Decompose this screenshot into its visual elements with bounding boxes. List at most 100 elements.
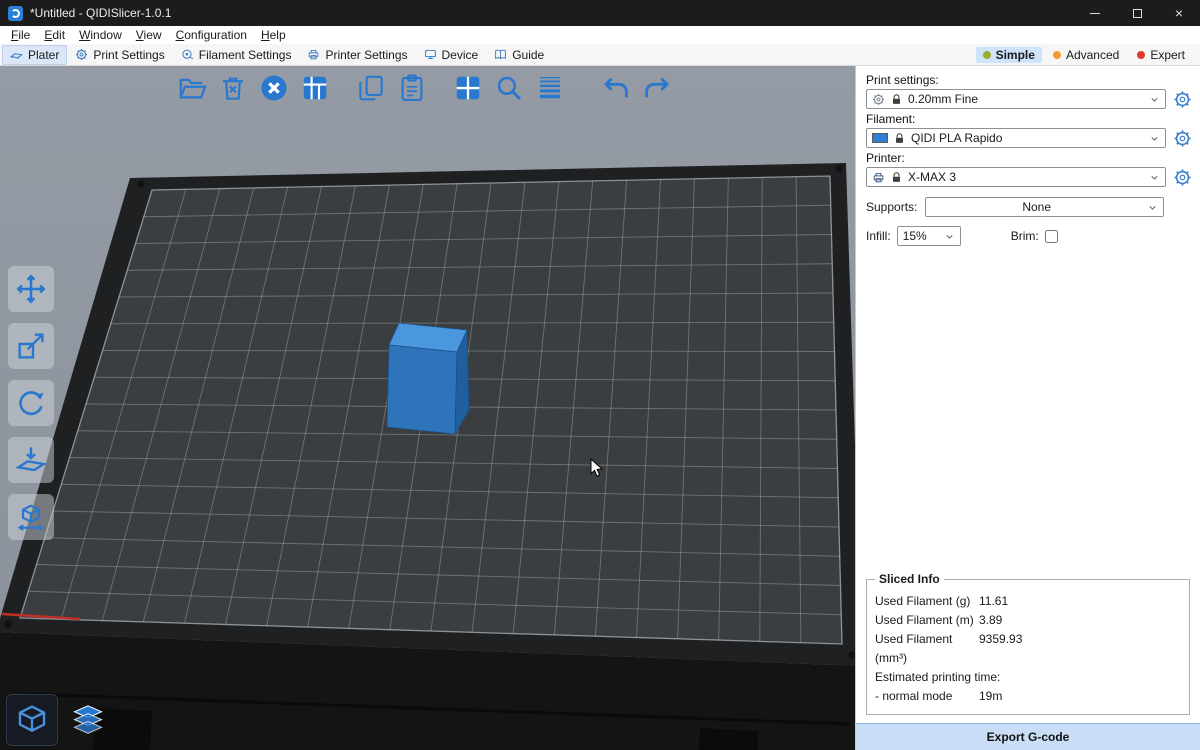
mode-expert[interactable]: Expert: [1130, 47, 1192, 63]
delete-button[interactable]: [217, 72, 249, 104]
chevron-down-icon: [944, 231, 955, 242]
search-icon: [494, 73, 524, 103]
maximize-icon: [1133, 9, 1142, 18]
printer-gear-button[interactable]: [1172, 167, 1192, 187]
close-button[interactable]: ×: [1158, 0, 1200, 26]
brim-checkbox[interactable]: [1045, 230, 1058, 243]
tab-printer-settings[interactable]: Printer Settings: [299, 45, 415, 65]
menu-help[interactable]: Help: [254, 27, 293, 43]
copy-button[interactable]: [355, 72, 387, 104]
printer-label: Printer:: [866, 151, 1192, 165]
tab-plater[interactable]: Plater: [2, 45, 67, 65]
open-project-button[interactable]: [176, 72, 208, 104]
sliced-info-row: Used Filament (m) 3.89: [875, 611, 1181, 630]
variable-layer-height-button[interactable]: [534, 72, 566, 104]
mode-advanced[interactable]: Advanced: [1046, 47, 1126, 63]
menu-view[interactable]: View: [129, 27, 169, 43]
delete-all-button[interactable]: [258, 72, 290, 104]
filament-gear-button[interactable]: [1172, 128, 1192, 148]
redo-button[interactable]: [641, 72, 673, 104]
title-bar: *Untitled - QIDISlicer-1.0.1 ×: [0, 0, 1200, 26]
split-icon: [453, 73, 483, 103]
print-settings-label: Print settings:: [866, 73, 1192, 87]
top-toolbar: [176, 72, 673, 104]
export-gcode-button[interactable]: Export G-code: [856, 723, 1200, 750]
place-on-face-icon: [15, 444, 47, 476]
scale-icon: [15, 330, 47, 362]
gear-icon: [1173, 90, 1192, 109]
tab-filament-settings[interactable]: Filament Settings: [173, 45, 300, 65]
undo-icon: [601, 73, 631, 103]
menu-file[interactable]: File: [4, 27, 37, 43]
window-title: *Untitled - QIDISlicer-1.0.1: [30, 6, 171, 20]
sliced-info-value: 19m: [979, 687, 1002, 706]
close-icon: ×: [1175, 6, 1183, 20]
mouse-cursor: [590, 458, 604, 478]
view-toggles: [6, 694, 114, 746]
book-icon: [494, 48, 507, 61]
paste-icon: [397, 73, 427, 103]
undo-button[interactable]: [600, 72, 632, 104]
tab-label: Print Settings: [93, 48, 164, 62]
printer-combo[interactable]: X-MAX 3: [866, 167, 1166, 187]
viewport: [0, 66, 855, 750]
supports-combo[interactable]: None: [925, 197, 1164, 217]
tab-label: Printer Settings: [325, 48, 407, 62]
model-cube[interactable]: [387, 323, 469, 434]
filament-combo[interactable]: QIDI PLA Rapido: [866, 128, 1166, 148]
place-on-face-tool-button[interactable]: [8, 437, 54, 483]
print-settings-gear-button[interactable]: [1172, 89, 1192, 109]
menu-bar: File Edit Window View Configuration Help: [0, 26, 1200, 44]
bed-screw: [836, 166, 843, 173]
mode-simple[interactable]: Simple: [976, 47, 1042, 63]
split-button[interactable]: [452, 72, 484, 104]
filament-row: QIDI PLA Rapido: [866, 128, 1192, 148]
chevron-down-icon: [1149, 133, 1160, 144]
sliced-info-row: Used Filament (g) 11.61: [875, 592, 1181, 611]
mode-label: Simple: [996, 48, 1035, 62]
plater-icon: [10, 48, 23, 61]
preview-view-button[interactable]: [62, 694, 114, 746]
editor-view-button[interactable]: [6, 694, 58, 746]
infill-value: 15%: [903, 229, 939, 243]
mode-label: Expert: [1150, 48, 1185, 62]
measure-tool-button[interactable]: [8, 494, 54, 540]
maximize-button[interactable]: [1116, 0, 1158, 26]
menu-window[interactable]: Window: [72, 27, 129, 43]
settings-sidebar: Print settings: 0.20mm Fine Filament:: [855, 66, 1200, 750]
minimize-button[interactable]: [1074, 0, 1116, 26]
paste-button[interactable]: [396, 72, 428, 104]
sliced-info-label: Used Filament (mm³): [875, 630, 979, 668]
menu-edit[interactable]: Edit: [37, 27, 72, 43]
menu-configuration[interactable]: Configuration: [169, 27, 254, 43]
sliced-info-value: 11.61: [979, 592, 1008, 611]
tab-label: Plater: [28, 48, 59, 62]
mode-switcher: Simple Advanced Expert: [976, 47, 1200, 63]
infill-row: Infill: 15% Brim:: [866, 226, 1192, 246]
gear-icon: [1173, 168, 1192, 187]
move-tool-button[interactable]: [8, 266, 54, 312]
tab-print-settings[interactable]: Print Settings: [67, 45, 172, 65]
scale-tool-button[interactable]: [8, 323, 54, 369]
tab-device[interactable]: Device: [416, 45, 487, 65]
advanced-mode-dot: [1053, 51, 1061, 59]
print-settings-row: 0.20mm Fine: [866, 89, 1192, 109]
chevron-down-icon: [1149, 94, 1160, 105]
gear-icon: [75, 48, 88, 61]
rotate-tool-button[interactable]: [8, 380, 54, 426]
supports-label: Supports:: [866, 200, 917, 214]
sliced-info-row: Used Filament (mm³) 9359.93: [875, 630, 1181, 668]
brim-label: Brim:: [1011, 229, 1039, 243]
tab-bar: Plater Print Settings Filament Settings …: [0, 44, 1200, 66]
tab-guide[interactable]: Guide: [486, 45, 552, 65]
arrange-button[interactable]: [299, 72, 331, 104]
viewport-3d-scene[interactable]: [0, 66, 855, 750]
sliced-info-label: Used Filament (m): [875, 611, 979, 630]
infill-combo[interactable]: 15%: [897, 226, 961, 246]
monitor-icon: [424, 48, 437, 61]
rotate-icon: [15, 387, 47, 419]
sliced-info-label: - normal mode: [875, 687, 979, 706]
print-settings-combo[interactable]: 0.20mm Fine: [866, 89, 1166, 109]
printer-icon: [872, 171, 885, 184]
search-button[interactable]: [493, 72, 525, 104]
